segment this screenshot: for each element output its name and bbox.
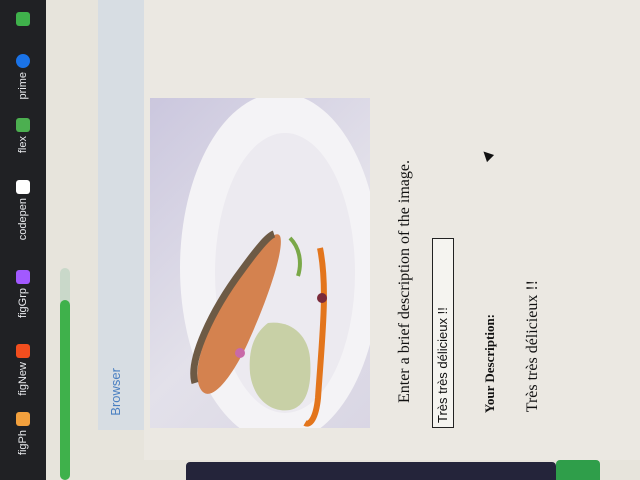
extension-button[interactable] (4, 12, 42, 26)
bookmark-figph[interactable]: figPh (4, 412, 42, 455)
bookmarks-bar: figPh figNew figGrp codepen flex prime (0, 0, 46, 480)
bookmark-fignew[interactable]: figNew (4, 344, 42, 396)
bookmark-prime[interactable]: prime (4, 54, 42, 100)
description-input-value: Très très délicieux !! (435, 307, 450, 423)
your-description-label: Your Description: (482, 314, 497, 414)
bookmark-codepen[interactable]: codepen (4, 180, 42, 240)
flex-icon (16, 118, 30, 132)
scrollbar-thumb[interactable] (60, 300, 70, 480)
figma-icon (16, 412, 30, 426)
browser-tab-label[interactable]: Browser (108, 368, 123, 416)
figma-icon (16, 344, 30, 358)
description-input[interactable]: Très très délicieux !! (432, 238, 454, 428)
taskbar-accent-button[interactable] (556, 460, 600, 480)
food-image (150, 98, 370, 428)
food-illustration (180, 98, 370, 428)
figma-icon (16, 270, 30, 284)
description-result: Très très délicieux !! (524, 280, 541, 413)
taskbar (186, 462, 556, 480)
extension-icon (16, 12, 30, 26)
prime-video-icon (16, 54, 30, 68)
browser-panel (98, 0, 144, 430)
garnish (235, 348, 245, 358)
description-prompt: Enter a brief description of the image. (396, 160, 413, 404)
garnish (317, 293, 327, 303)
bookmark-figgrp[interactable]: figGrp (4, 270, 42, 318)
bookmark-flex[interactable]: flex (4, 118, 42, 153)
codepen-icon (16, 180, 30, 194)
